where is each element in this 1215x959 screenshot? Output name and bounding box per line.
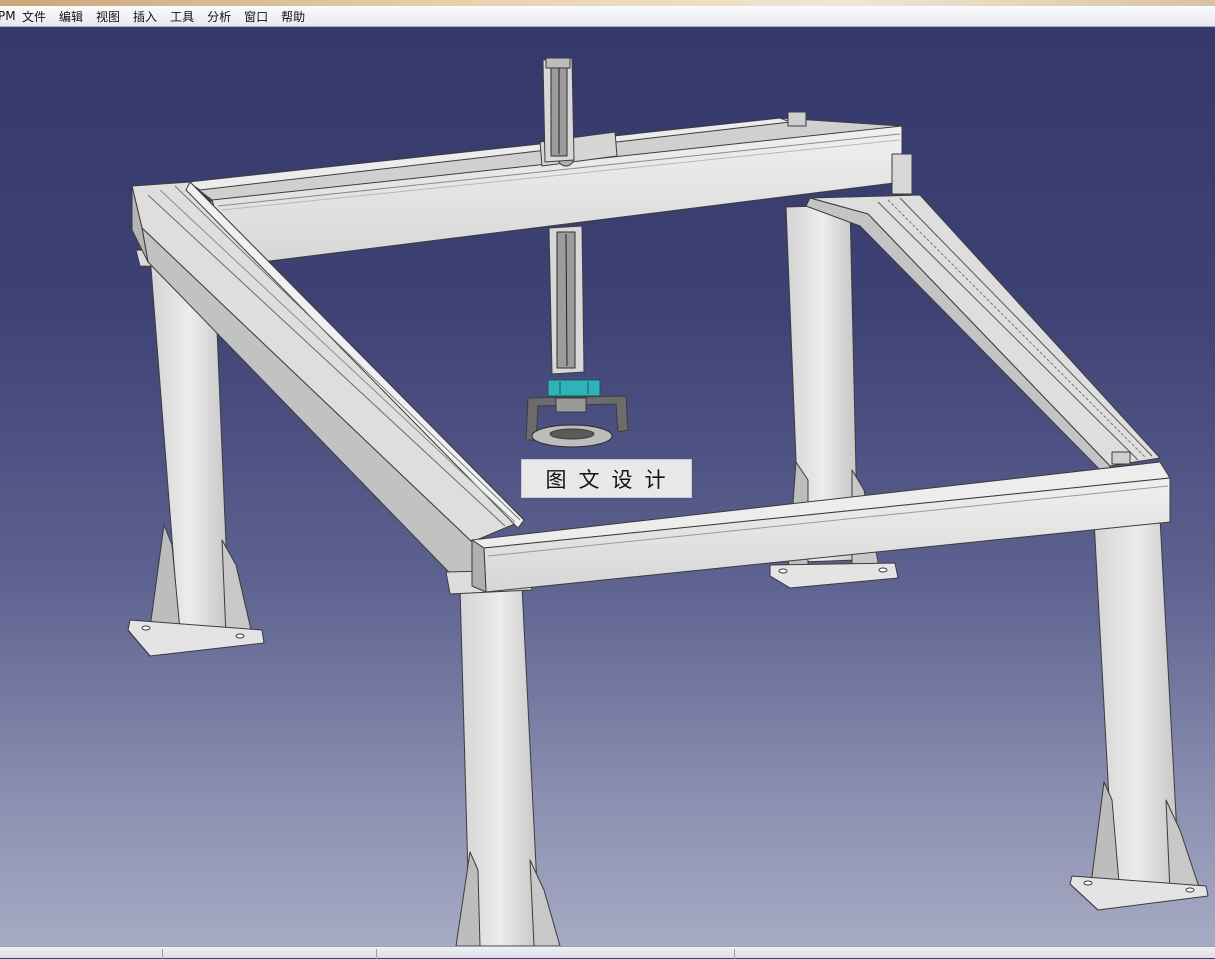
end-stop-rear-right bbox=[787, 111, 807, 127]
end-stop-front-right bbox=[1111, 451, 1131, 465]
gripper-assembly bbox=[525, 379, 629, 448]
menu-window[interactable]: 窗口 bbox=[238, 7, 274, 26]
menu-bar: PM 文件 编辑 视图 插入 工具 分析 窗口 帮助 bbox=[0, 6, 1215, 27]
leg-front-left bbox=[445, 569, 561, 946]
menu-help[interactable]: 帮助 bbox=[275, 7, 311, 26]
watermark-label: 图文设计 bbox=[521, 459, 692, 498]
menu-file[interactable]: 文件 bbox=[16, 7, 52, 26]
beam-right-rail bbox=[805, 153, 1161, 481]
status-bar bbox=[0, 946, 1215, 959]
menu-analyze[interactable]: 分析 bbox=[201, 7, 237, 26]
menu-view[interactable]: 视图 bbox=[90, 7, 126, 26]
3d-viewport[interactable]: 图文设计 bbox=[0, 28, 1215, 946]
menu-edit[interactable]: 编辑 bbox=[53, 7, 89, 26]
menu-tools[interactable]: 工具 bbox=[164, 7, 200, 26]
menu-insert[interactable]: 插入 bbox=[127, 7, 163, 26]
leg-front-right bbox=[1069, 517, 1209, 911]
app-menu-prefix[interactable]: PM bbox=[0, 9, 16, 23]
